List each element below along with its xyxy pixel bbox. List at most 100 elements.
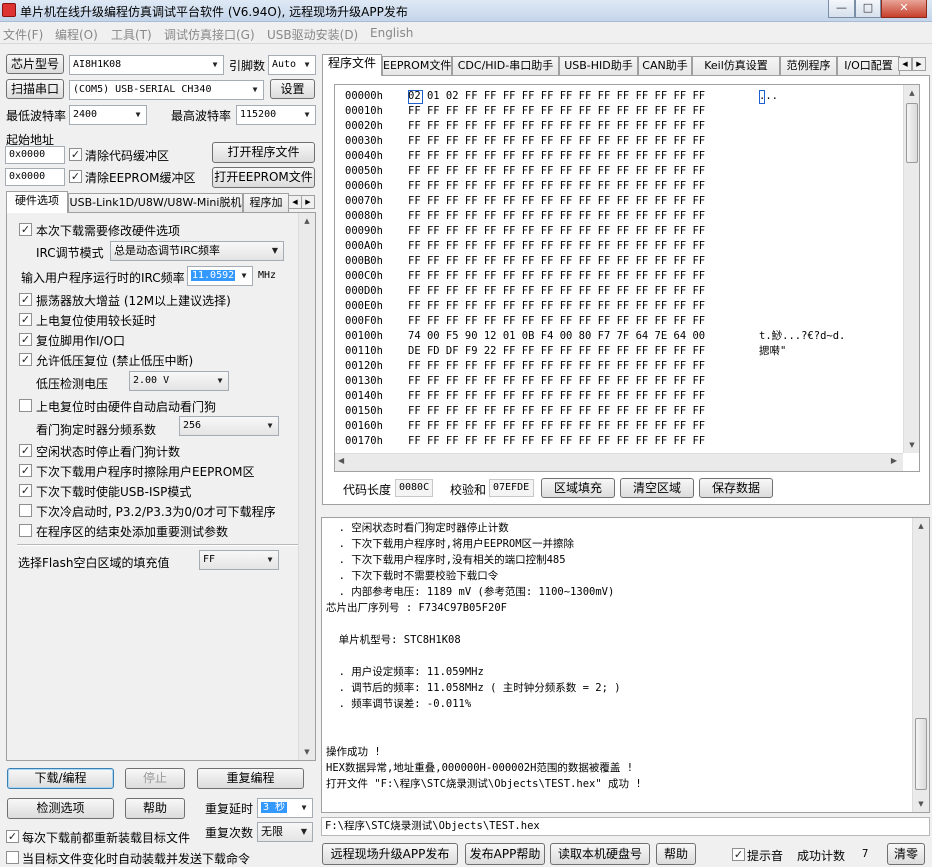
tab-serial-assistant[interactable]: CDC/HID-串口助手 bbox=[452, 56, 559, 75]
read-disk-id-button[interactable]: 读取本机硬盘号 bbox=[550, 843, 650, 865]
menu-tools[interactable]: 工具(T) bbox=[111, 26, 152, 43]
wdt-hw-start-checkbox[interactable] bbox=[19, 399, 32, 412]
tab-hardware-options[interactable]: 硬件选项 bbox=[6, 191, 68, 213]
tab-can[interactable]: CAN助手 bbox=[638, 56, 692, 75]
min-baud-label: 最低波特率 bbox=[6, 109, 67, 123]
close-button[interactable]: ✕ bbox=[881, 0, 927, 18]
menu-debug[interactable]: 调试仿真接口(G) bbox=[164, 26, 255, 43]
save-data-button[interactable]: 保存数据 bbox=[699, 478, 773, 498]
wdt-idle-checkbox[interactable]: ✓ bbox=[19, 444, 32, 457]
scroll-thumb[interactable] bbox=[906, 103, 918, 163]
port-select[interactable]: (COM5) USB-SERIAL CH340 ▼ bbox=[69, 80, 264, 100]
hex-bytes: FF FF FF FF FF FF FF FF FF FF FF FF FF F… bbox=[408, 405, 706, 417]
tab-scroll-right-icon[interactable]: ▶ bbox=[301, 195, 315, 209]
reset-count-button[interactable]: 清零 bbox=[887, 843, 925, 865]
open-program-file-button[interactable]: 打开程序文件 bbox=[212, 142, 315, 163]
tab-keil-settings[interactable]: Keil仿真设置 bbox=[692, 56, 780, 75]
auto-load-checkbox[interactable] bbox=[6, 851, 19, 864]
check-options-button[interactable]: 检测选项 bbox=[7, 798, 114, 819]
eeprom-address-input[interactable]: 0x0000 bbox=[5, 168, 65, 186]
menu-english[interactable]: English bbox=[370, 26, 413, 40]
scroll-thumb[interactable] bbox=[915, 718, 927, 790]
irc-frequency-input[interactable]: 11.0592 ▼ bbox=[187, 266, 253, 286]
scroll-down-icon[interactable]: ▼ bbox=[913, 796, 929, 812]
lvd-select[interactable]: 2.00 V ▼ bbox=[129, 371, 229, 391]
menu-program[interactable]: 编程(O) bbox=[55, 26, 98, 43]
tab-io-config[interactable]: I/O口配置 bbox=[837, 56, 900, 75]
beep-checkbox[interactable]: ✓ bbox=[732, 848, 745, 861]
remote-upgrade-publish-button[interactable]: 远程现场升级APP发布 bbox=[322, 843, 458, 865]
erase-eeprom-checkbox[interactable]: ✓ bbox=[19, 464, 32, 477]
scroll-up-icon[interactable]: ▲ bbox=[299, 213, 315, 229]
irc-frequency-label: 输入用户程序运行时的IRC频率 bbox=[21, 271, 185, 285]
hex-address: 00120h bbox=[345, 360, 383, 372]
usb-isp-checkbox[interactable]: ✓ bbox=[19, 484, 32, 497]
hex-horizontal-scrollbar[interactable]: ◀ ▶ bbox=[335, 453, 903, 471]
chip-model-button[interactable]: 芯片型号 bbox=[6, 54, 64, 74]
irc-mode-select[interactable]: 总是动态调节IRC频率 ▼ bbox=[110, 241, 284, 261]
reload-before-download-checkbox[interactable]: ✓ bbox=[6, 830, 19, 843]
tab-scroll-left-icon[interactable]: ◀ bbox=[288, 195, 302, 209]
scroll-up-icon[interactable]: ▲ bbox=[913, 518, 929, 534]
wdt-divider-select[interactable]: 256 ▼ bbox=[179, 416, 279, 436]
lvr-checkbox[interactable]: ✓ bbox=[19, 353, 32, 366]
log-output[interactable]: . 空闲状态时看门狗定时器停止计数 . 下次下载用户程序时,将用户EEPROM区… bbox=[321, 517, 930, 813]
log-line: . 频率调节误差: -0.011% bbox=[326, 698, 472, 710]
scan-port-button[interactable]: 扫描串口 bbox=[6, 79, 64, 99]
min-baud-select[interactable]: 2400 ▼ bbox=[69, 105, 147, 125]
hex-address: 00050h bbox=[345, 165, 383, 177]
clear-region-button[interactable]: 清空区域 bbox=[620, 478, 694, 498]
help-button-2[interactable]: 帮助 bbox=[656, 843, 696, 865]
minimize-button[interactable]: — bbox=[828, 0, 855, 18]
long-reset-checkbox[interactable]: ✓ bbox=[19, 313, 32, 326]
scroll-up-icon[interactable]: ▲ bbox=[904, 85, 919, 101]
hex-bytes: FF FF FF FF FF FF FF FF FF FF FF FF FF F… bbox=[408, 390, 706, 402]
test-param-checkbox[interactable] bbox=[19, 524, 32, 537]
maximize-button[interactable]: □ bbox=[855, 0, 881, 18]
modify-hw-options-checkbox[interactable]: ✓ bbox=[19, 223, 32, 236]
repeat-delay-select[interactable]: 3 秒 ▼ bbox=[257, 798, 313, 818]
tab-eeprom-file[interactable]: EEPROM文件 bbox=[382, 56, 452, 75]
clear-eeprom-checkbox[interactable]: ✓ bbox=[69, 170, 82, 183]
hex-bytes: FF FF FF FF FF FF FF FF FF FF FF FF FF F… bbox=[408, 210, 706, 222]
clear-code-checkbox[interactable]: ✓ bbox=[69, 148, 82, 161]
code-address-input[interactable]: 0x0000 bbox=[5, 146, 65, 164]
cold-boot-checkbox[interactable] bbox=[19, 504, 32, 517]
scroll-down-icon[interactable]: ▼ bbox=[299, 744, 315, 760]
tab-program-encrypt[interactable]: 程序加 bbox=[243, 193, 289, 212]
fill-region-button[interactable]: 区域填充 bbox=[541, 478, 615, 498]
stop-button[interactable]: 停止 bbox=[125, 768, 185, 789]
tab-program-file[interactable]: 程序文件 bbox=[322, 54, 382, 76]
menu-file[interactable]: 文件(F) bbox=[3, 26, 43, 43]
menu-usb-driver[interactable]: USB驱动安装(D) bbox=[267, 26, 358, 43]
fill-value-select[interactable]: FF ▼ bbox=[199, 550, 279, 570]
repeat-program-button[interactable]: 重复编程 bbox=[197, 768, 304, 789]
pin-count-select[interactable]: Auto ▼ bbox=[268, 55, 316, 75]
log-vertical-scrollbar[interactable]: ▲ ▼ bbox=[912, 518, 929, 812]
scroll-right-icon[interactable]: ▶ bbox=[891, 456, 897, 465]
port-settings-button[interactable]: 设置 bbox=[270, 79, 315, 99]
osc-gain-checkbox[interactable]: ✓ bbox=[19, 293, 32, 306]
download-program-button[interactable]: 下载/编程 bbox=[7, 768, 114, 789]
tab-usb-hid[interactable]: USB-HID助手 bbox=[559, 56, 638, 75]
log-line: . 用户设定频率: 11.059MHz bbox=[326, 666, 484, 678]
reset-io-checkbox[interactable]: ✓ bbox=[19, 333, 32, 346]
tab-usb-link[interactable]: USB-Link1D/U8W/U8W-Mini脱机 bbox=[68, 193, 243, 212]
options-scrollbar[interactable]: ▲ ▼ bbox=[298, 213, 315, 760]
publish-app-help-button[interactable]: 发布APP帮助 bbox=[465, 843, 545, 865]
repeat-count-select[interactable]: 无限 ▼ bbox=[257, 822, 313, 842]
hex-vertical-scrollbar[interactable]: ▲ ▼ bbox=[903, 85, 919, 453]
hex-editor[interactable]: 00000h 02 01 02 FF FF FF FF FF FF FF FF F… bbox=[334, 84, 920, 472]
tab-examples[interactable]: 范例程序 bbox=[780, 56, 837, 75]
max-baud-select[interactable]: 115200 ▼ bbox=[236, 105, 316, 125]
hex-row: 00000h 02 01 02 FF FF FF FF FF FF FF FF F… bbox=[335, 89, 895, 104]
tab-scroll-right-icon[interactable]: ▶ bbox=[912, 57, 926, 71]
hex-row: 00030h FF FF FF FF FF FF FF FF FF FF FF F… bbox=[335, 134, 895, 149]
hex-row: 00110h DE FD DF F9 22 FF FF FF FF FF FF F… bbox=[335, 344, 895, 359]
open-eeprom-file-button[interactable]: 打开EEPROM文件 bbox=[212, 167, 315, 188]
chip-model-select[interactable]: AI8H1K08 ▼ bbox=[69, 55, 224, 75]
help-button[interactable]: 帮助 bbox=[125, 798, 185, 819]
scroll-down-icon[interactable]: ▼ bbox=[904, 437, 919, 453]
tab-scroll-left-icon[interactable]: ◀ bbox=[898, 57, 912, 71]
scroll-left-icon[interactable]: ◀ bbox=[338, 456, 344, 465]
